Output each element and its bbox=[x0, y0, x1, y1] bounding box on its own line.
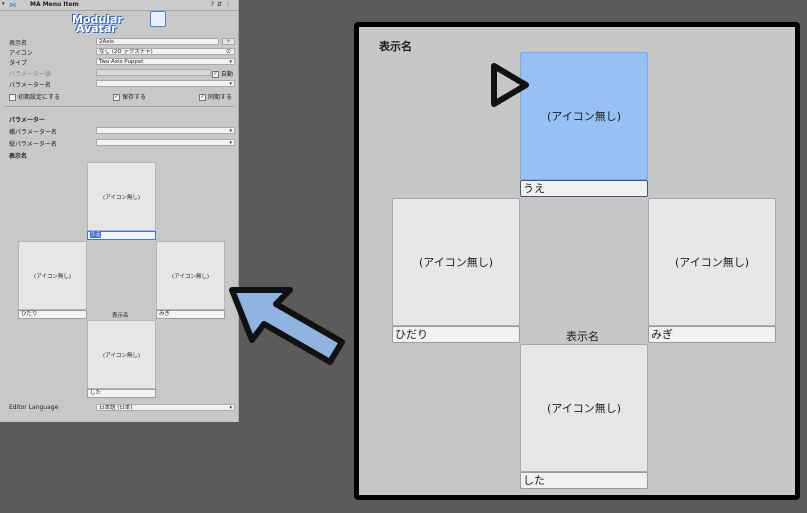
preset-icon[interactable]: ⇵ bbox=[217, 1, 225, 8]
save-checkbox[interactable]: ✓ bbox=[113, 94, 120, 101]
save-toggle[interactable]: ✓ 保存する bbox=[113, 92, 146, 101]
param-value-row: パラメーター値 ✓ 自動 bbox=[9, 69, 234, 78]
display-name-section-title: 表示名 bbox=[9, 153, 28, 160]
pointer-arrow-icon bbox=[229, 287, 345, 365]
component-tools[interactable]: ?⇵⋮ bbox=[211, 1, 234, 8]
auto-checkbox[interactable]: ✓ bbox=[212, 71, 219, 78]
sync-toggle[interactable]: ✓ 同期する bbox=[199, 92, 232, 101]
type-dropdown[interactable]: Two Axis Puppet bbox=[96, 58, 235, 65]
component-icon: ⋈ bbox=[9, 1, 16, 9]
mini-field-down[interactable]: した bbox=[87, 389, 156, 398]
mini-cell-up[interactable]: (アイコン無し) bbox=[87, 162, 156, 231]
v-param-row: 縦パラメーター名 bbox=[9, 139, 235, 148]
center-label: 表示名 bbox=[566, 330, 599, 343]
kebab-menu-icon[interactable]: ⋮ bbox=[225, 1, 234, 8]
inspector-panel: ▾ ⋈ MA Menu Item ?⇵⋮ Modular Avatar 表示名 … bbox=[0, 0, 239, 422]
parameters-section-title: パラメーター bbox=[9, 117, 45, 124]
component-title: MA Menu Item bbox=[30, 1, 79, 8]
mini-center-label: 表示名 bbox=[112, 313, 129, 319]
cell-up[interactable]: (アイコン無し) bbox=[520, 52, 648, 180]
v-param-field[interactable] bbox=[96, 139, 235, 146]
zoom-title: 表示名 bbox=[379, 40, 412, 53]
cell-left[interactable]: (アイコン無し) bbox=[392, 198, 520, 326]
play-triangle-icon bbox=[491, 63, 529, 107]
h-param-row: 横パラメーター名 bbox=[9, 127, 235, 136]
sync-checkbox[interactable]: ✓ bbox=[199, 94, 206, 101]
auto-toggle[interactable]: ✓ 自動 bbox=[212, 69, 233, 78]
mini-field-up[interactable]: うえ bbox=[87, 231, 156, 240]
default-checkbox[interactable] bbox=[9, 94, 16, 101]
cell-down[interactable]: (アイコン無し) bbox=[520, 344, 648, 472]
logo-cube-icon bbox=[150, 11, 166, 27]
field-up[interactable]: うえ bbox=[520, 180, 648, 197]
param-value-field bbox=[96, 69, 211, 76]
mini-field-left[interactable]: ひだり bbox=[18, 310, 87, 319]
foldout-arrow-icon[interactable]: ▾ bbox=[2, 1, 5, 7]
component-header[interactable]: ▾ ⋈ MA Menu Item ?⇵⋮ bbox=[0, 0, 238, 11]
icon-row: アイコン なし (2D テクスチャ) ⊙ bbox=[9, 48, 235, 57]
field-right[interactable]: みぎ bbox=[648, 326, 776, 343]
zoomed-view: 表示名 (アイコン無し) うえ (アイコン無し) ひだり (アイコン無し) みぎ… bbox=[354, 22, 800, 500]
mini-cell-down[interactable]: (アイコン無し) bbox=[87, 320, 156, 389]
display-name-field[interactable]: 2Axis bbox=[96, 38, 219, 45]
icon-object-field[interactable]: なし (2D テクスチャ) bbox=[96, 48, 235, 55]
type-row: タイプ Two Axis Puppet bbox=[9, 58, 235, 67]
param-name-field[interactable] bbox=[96, 80, 235, 87]
editor-language-dropdown[interactable]: 日本語 (日本) bbox=[96, 404, 235, 411]
mini-field-right[interactable]: みぎ bbox=[156, 310, 225, 319]
link-icon[interactable]: ∞ bbox=[222, 38, 235, 45]
h-param-field[interactable] bbox=[96, 127, 235, 134]
checkbox-row: 初期設定にする ✓ 保存する ✓ 同期する bbox=[9, 92, 234, 101]
field-left[interactable]: ひだり bbox=[392, 326, 520, 343]
divider bbox=[4, 106, 234, 107]
mini-cell-left[interactable]: (アイコン無し) bbox=[18, 241, 87, 310]
editor-language-row: Editor Language 日本語 (日本) bbox=[9, 404, 235, 412]
default-toggle[interactable]: 初期設定にする bbox=[9, 92, 60, 101]
modular-avatar-logo: Modular Avatar bbox=[70, 11, 170, 35]
object-picker-icon[interactable]: ⊙ bbox=[226, 48, 231, 55]
param-name-row: パラメーター名 bbox=[9, 80, 235, 89]
cell-right[interactable]: (アイコン無し) bbox=[648, 198, 776, 326]
display-name-row: 表示名 2Axis ∞ bbox=[9, 38, 235, 47]
mini-cell-right[interactable]: (アイコン無し) bbox=[156, 241, 225, 310]
field-down[interactable]: した bbox=[520, 472, 648, 489]
